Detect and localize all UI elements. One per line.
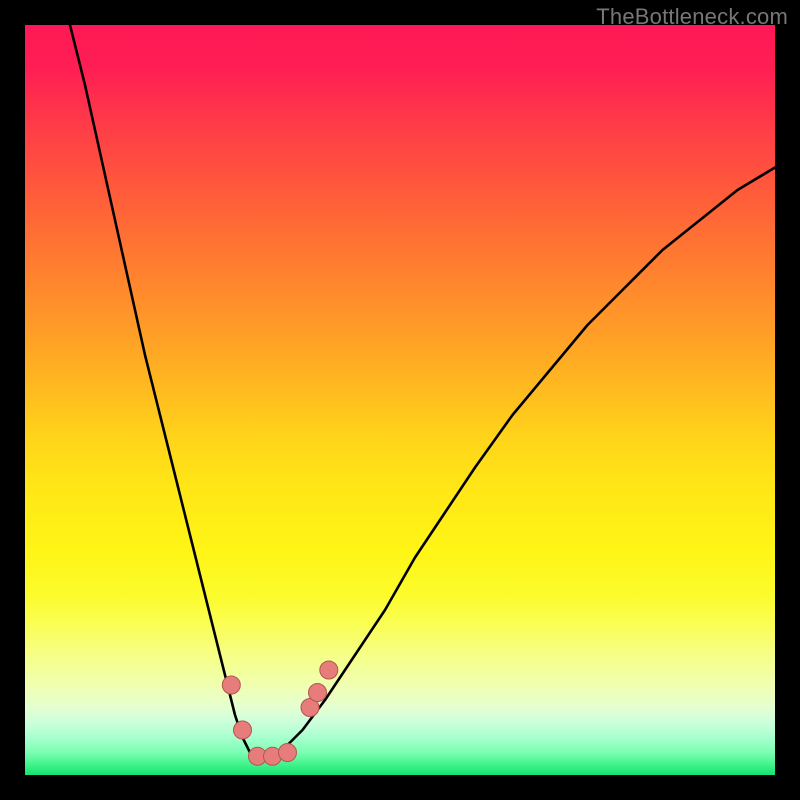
bottleneck-curve-path — [70, 25, 775, 760]
marker-right-mid — [309, 684, 327, 702]
chart-svg-layer — [25, 25, 775, 775]
marker-left-lower — [234, 721, 252, 739]
marker-right-upper — [320, 661, 338, 679]
marker-bottom-c — [279, 744, 297, 762]
marker-layer — [222, 661, 337, 765]
chart-frame — [25, 25, 775, 775]
marker-left-upper — [222, 676, 240, 694]
watermark-text: TheBottleneck.com — [596, 4, 788, 30]
